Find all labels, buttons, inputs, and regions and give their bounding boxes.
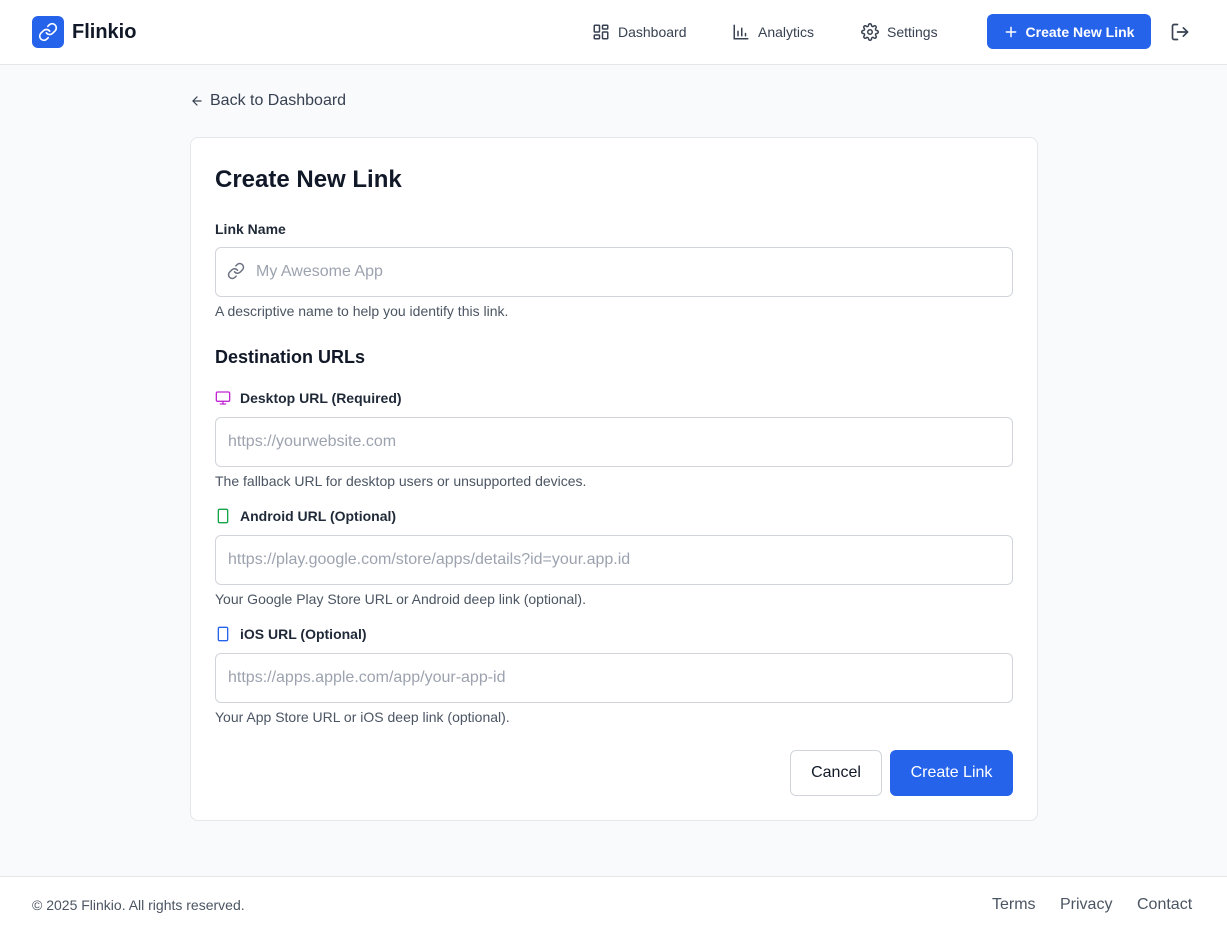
create-new-link-label: Create New Link (1025, 23, 1135, 40)
brand-logo[interactable]: Flinkio (32, 16, 136, 48)
plus-icon (1005, 26, 1016, 37)
destination-urls-heading: Destination URLs (215, 347, 366, 367)
smartphone-icon (217, 508, 229, 524)
back-link-label: Back to Dashboard (210, 92, 347, 109)
nav-settings-label: Settings (887, 24, 938, 40)
link-logo-icon (32, 16, 64, 48)
android-url-label-text: Android URL (Optional) (240, 508, 397, 524)
nav-dashboard[interactable]: Dashboard (592, 22, 687, 42)
logout-button[interactable] (1170, 22, 1190, 47)
top-header: Flinkio Dashboard Analytics Settings Cre… (0, 0, 1227, 65)
copyright-text: © 2025 Flinkio. All rights reserved. (32, 897, 245, 913)
create-link-card: Create New Link Link Name A descriptive … (190, 137, 1038, 821)
dashboard-icon (593, 24, 609, 40)
tablet-icon (217, 626, 229, 642)
ios-url-label-text: iOS URL (Optional) (240, 626, 367, 642)
page-footer: © 2025 Flinkio. All rights reserved. Ter… (0, 876, 1227, 933)
create-link-button[interactable]: Create Link (890, 750, 1013, 796)
create-new-link-button[interactable]: Create New Link (987, 14, 1151, 49)
android-url-label: Android URL (Optional) (215, 508, 396, 524)
arrow-left-icon (192, 96, 202, 106)
link-name-help: A descriptive name to help you identify … (215, 303, 509, 319)
page-title: Create New Link (215, 166, 402, 193)
back-to-dashboard-link[interactable]: Back to Dashboard (190, 91, 346, 111)
desktop-url-label: Desktop URL (Required) (215, 390, 402, 406)
monitor-icon (215, 391, 231, 405)
nav-analytics-label: Analytics (758, 24, 815, 40)
ios-url-input[interactable] (215, 653, 1013, 703)
brand-name: Flinkio (72, 20, 137, 43)
desktop-url-input[interactable] (215, 417, 1013, 467)
footer-link-privacy[interactable]: Privacy (1060, 896, 1112, 914)
link-name-label: Link Name (215, 221, 286, 237)
cancel-button[interactable]: Cancel (790, 750, 882, 796)
nav-settings[interactable]: Settings (861, 22, 938, 42)
footer-link-contact[interactable]: Contact (1137, 896, 1192, 914)
nav-dashboard-label: Dashboard (618, 24, 687, 40)
footer-link-terms[interactable]: Terms (992, 896, 1036, 914)
android-url-help: Your Google Play Store URL or Android de… (215, 591, 586, 607)
desktop-url-help: The fallback URL for desktop users or un… (215, 473, 587, 489)
gear-icon (861, 23, 879, 41)
nav-analytics[interactable]: Analytics (732, 22, 814, 42)
ios-url-label: iOS URL (Optional) (215, 626, 367, 642)
logout-icon (1171, 23, 1189, 41)
android-url-input[interactable] (215, 535, 1013, 585)
link-name-input[interactable] (215, 247, 1013, 297)
desktop-url-label-text: Desktop URL (Required) (240, 390, 402, 406)
bar-chart-icon (733, 24, 749, 40)
ios-url-help: Your App Store URL or iOS deep link (opt… (215, 709, 510, 725)
